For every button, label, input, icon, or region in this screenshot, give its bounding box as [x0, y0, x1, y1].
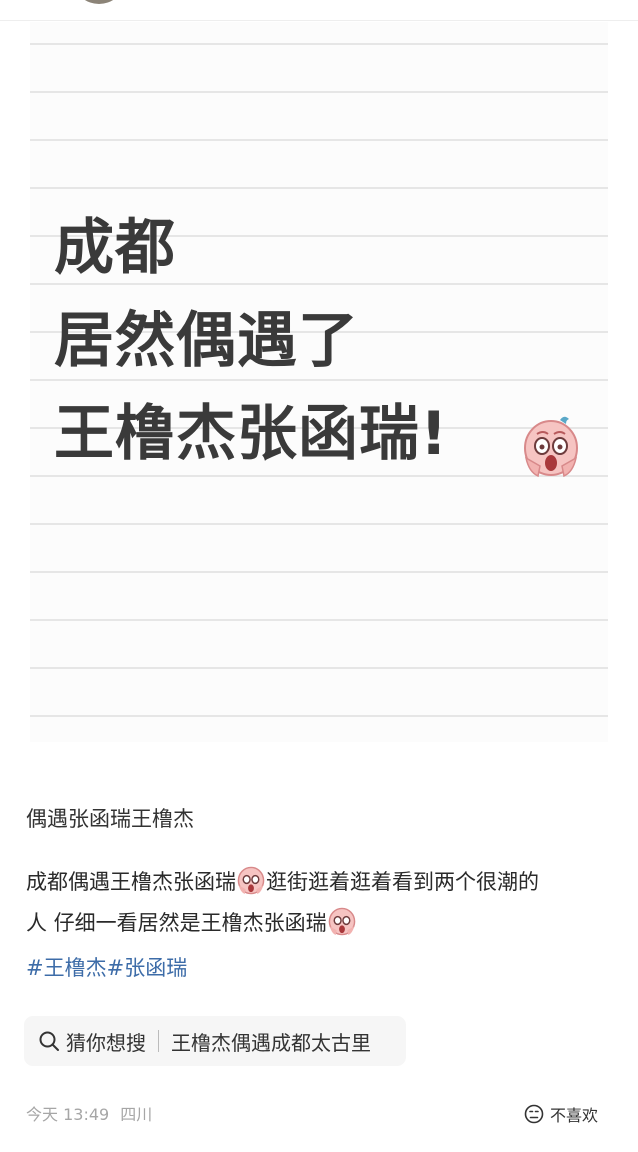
post-body-line-1: 成都偶遇王橹杰张函瑞 逛街逛着逛着看到两个很潮的 — [26, 862, 626, 903]
post-location: 四川 — [120, 1105, 153, 1124]
cover-line-3: 王橹杰张函瑞! — [54, 399, 449, 469]
search-chip-label: 猜你想搜 — [66, 1030, 146, 1055]
hashtag-link[interactable]: #王橹杰 — [26, 956, 107, 980]
suggested-search-chip[interactable]: 猜你想搜 王橹杰偶遇成都太古里 — [24, 1016, 406, 1066]
scream-emoji-icon — [237, 866, 265, 895]
cover-text: 成都 居然偶遇了 王橹杰张函瑞! — [54, 202, 448, 481]
scream-emoji-icon — [328, 907, 355, 936]
cover-line-2: 居然偶遇了 — [54, 306, 359, 376]
cover-line-1: 成都 — [54, 213, 176, 283]
post-body: 成都偶遇王橹杰张函瑞 逛街逛着逛着看到两个很潮的 人 仔细一看居然是王橹杰张函瑞 — [26, 862, 626, 944]
post-body-text-2: 人 仔细一看居然是王橹杰张函瑞 — [26, 911, 327, 935]
hashtag-list: #王橹杰#张函瑞 — [26, 950, 187, 986]
post-date: 今天 13:49 — [26, 1105, 110, 1124]
post-body-line-2: 人 仔细一看居然是王橹杰张函瑞 — [26, 903, 626, 944]
frown-face-icon — [524, 1104, 544, 1124]
search-chip-divider — [158, 1030, 159, 1052]
search-icon — [39, 1031, 59, 1051]
hashtag-link[interactable]: #张函瑞 — [107, 956, 188, 980]
post-body-text-1b: 逛街逛着逛着看到两个很潮的 — [266, 870, 539, 894]
dislike-label: 不喜欢 — [550, 1106, 599, 1125]
dislike-button[interactable]: 不喜欢 — [518, 1097, 608, 1131]
scream-emoji-icon — [524, 416, 578, 478]
post-meta: 今天 13:49 四川 — [26, 1101, 158, 1125]
post-body-text-1a: 成都偶遇王橹杰张函瑞 — [26, 870, 236, 894]
author-avatar[interactable] — [76, 0, 122, 4]
header-divider — [0, 20, 638, 21]
search-chip-query: 王橹杰偶遇成都太古里 — [171, 1030, 371, 1055]
post-title: 偶遇张函瑞王橹杰 — [26, 807, 194, 831]
